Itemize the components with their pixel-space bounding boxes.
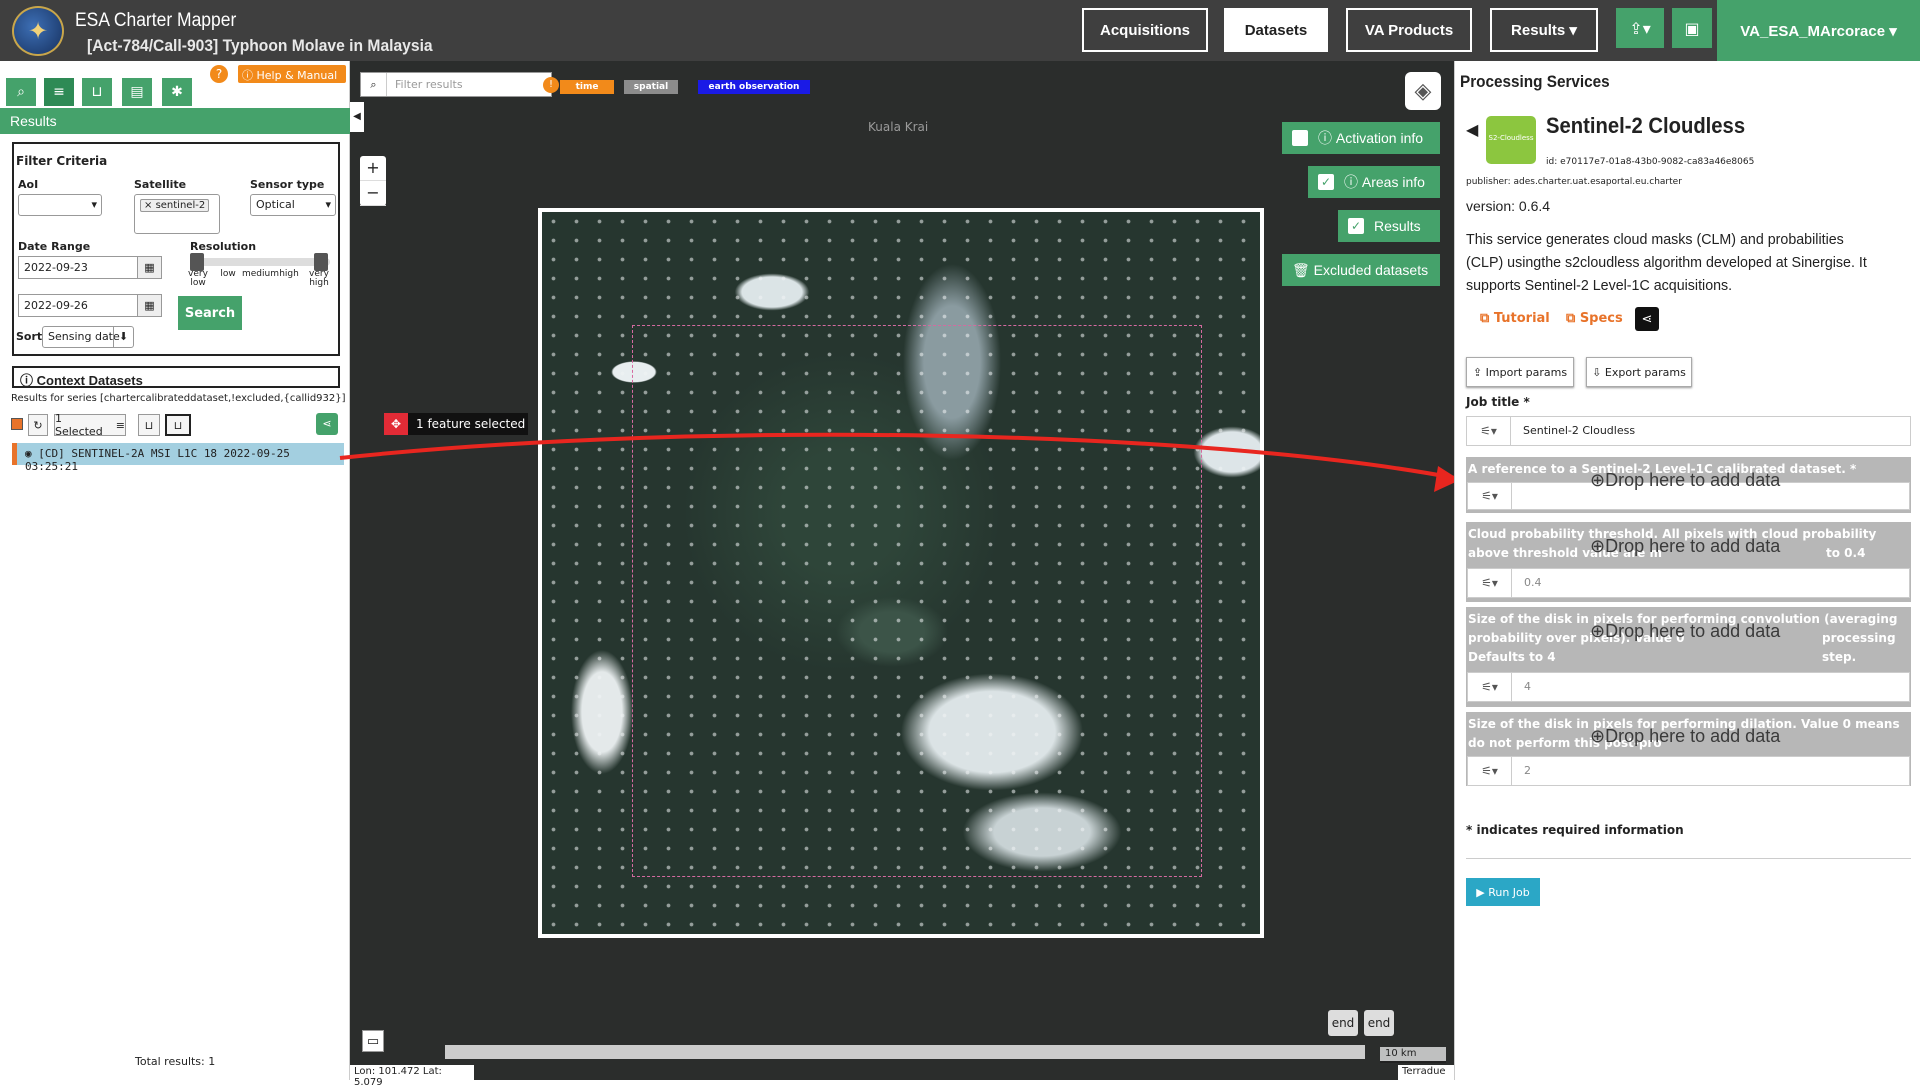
wand-icon[interactable]: ⚟▾: [1468, 483, 1512, 509]
divider: [1466, 858, 1911, 859]
job-title-value: Sentinel-2 Cloudless: [1523, 424, 1636, 437]
tutorial-label: Tutorial: [1493, 311, 1550, 326]
drop-hint: ⊕Drop here to add data: [1590, 470, 1781, 490]
service-id: id: e70117e7-01a8-43b0-9082-ca83a46e8065: [1546, 157, 1755, 167]
required-note: * indicates required information: [1466, 823, 1684, 837]
param-convolution-field[interactable]: ⚟▾ 4: [1467, 672, 1910, 702]
drag-arrow-line: [339, 432, 1456, 480]
wand-icon[interactable]: ⚟▾: [1467, 417, 1511, 445]
service-publisher: publisher: ades.charter.uat.esaportal.eu…: [1466, 177, 1682, 187]
param-threshold-value: 0.4: [1524, 576, 1542, 589]
timeline-bar[interactable]: [445, 1045, 1365, 1059]
service-description: This service generates cloud masks (CLM)…: [1466, 231, 1867, 294]
param-convolution-value: 4: [1524, 680, 1531, 693]
timeline-end-button[interactable]: end: [1364, 1010, 1394, 1036]
export-params-label: Export params: [1604, 365, 1686, 379]
drop-hint-label: Drop here to add data: [1605, 726, 1781, 746]
job-title-field[interactable]: ⚟▾ Sentinel-2 Cloudless: [1466, 416, 1911, 446]
export-params-button[interactable]: ⇩ Export params: [1586, 357, 1692, 387]
param-convolution-label-end: processing step.: [1822, 631, 1896, 664]
specs-label: Specs: [1579, 311, 1623, 326]
service-icon: S2-Cloudless: [1486, 116, 1536, 164]
import-params-button[interactable]: ⇪ Import params: [1466, 357, 1574, 387]
drop-hint-label: Drop here to add data: [1605, 536, 1781, 556]
param-threshold-label-end: to 0.4: [1826, 546, 1866, 560]
timeline-toggle-icon[interactable]: ▭: [362, 1030, 384, 1052]
cursor-coordinates: Lon: 101.472 Lat: 5.079: [350, 1065, 474, 1088]
service-name: Sentinel-2 Cloudless: [1546, 113, 1746, 138]
job-title-label: Job title *: [1466, 395, 1530, 409]
service-version: version: 0.6.4: [1466, 198, 1551, 214]
scale-bar: 10 km: [1380, 1047, 1446, 1063]
wand-icon[interactable]: ⚟▾: [1468, 569, 1512, 597]
wand-icon[interactable]: ⚟▾: [1468, 757, 1512, 785]
service-icon-label: S2-Cloudless: [1488, 134, 1534, 142]
timeline-end-button[interactable]: end: [1328, 1010, 1358, 1036]
param-dilation-field[interactable]: ⚟▾ 2: [1467, 756, 1910, 786]
map-attribution: Terradue: [1398, 1065, 1454, 1080]
import-params-label: Import params: [1485, 365, 1568, 379]
param-convolution-default: Defaults to 4: [1468, 650, 1556, 664]
param-dilation-value: 2: [1524, 764, 1531, 777]
drop-hint-label: Drop here to add data: [1605, 470, 1781, 490]
specs-link[interactable]: ⧉ Specs: [1566, 311, 1623, 326]
back-icon[interactable]: ◀: [1466, 120, 1478, 139]
wand-icon[interactable]: ⚟▾: [1468, 673, 1512, 701]
panel-title: Processing Services: [1460, 72, 1610, 91]
drop-hint-label: Drop here to add data: [1605, 621, 1781, 641]
tutorial-link[interactable]: ⧉ Tutorial: [1480, 311, 1550, 326]
drop-hint: ⊕Drop here to add data: [1590, 621, 1781, 641]
share-icon[interactable]: ⋖: [1635, 307, 1659, 331]
run-job-button[interactable]: ▶ Run Job: [1466, 878, 1540, 906]
run-job-label: Run Job: [1488, 885, 1530, 899]
drop-hint: ⊕Drop here to add data: [1590, 726, 1781, 746]
param-threshold-field[interactable]: ⚟▾ 0.4: [1467, 568, 1910, 598]
drop-hint: ⊕Drop here to add data: [1590, 536, 1781, 556]
